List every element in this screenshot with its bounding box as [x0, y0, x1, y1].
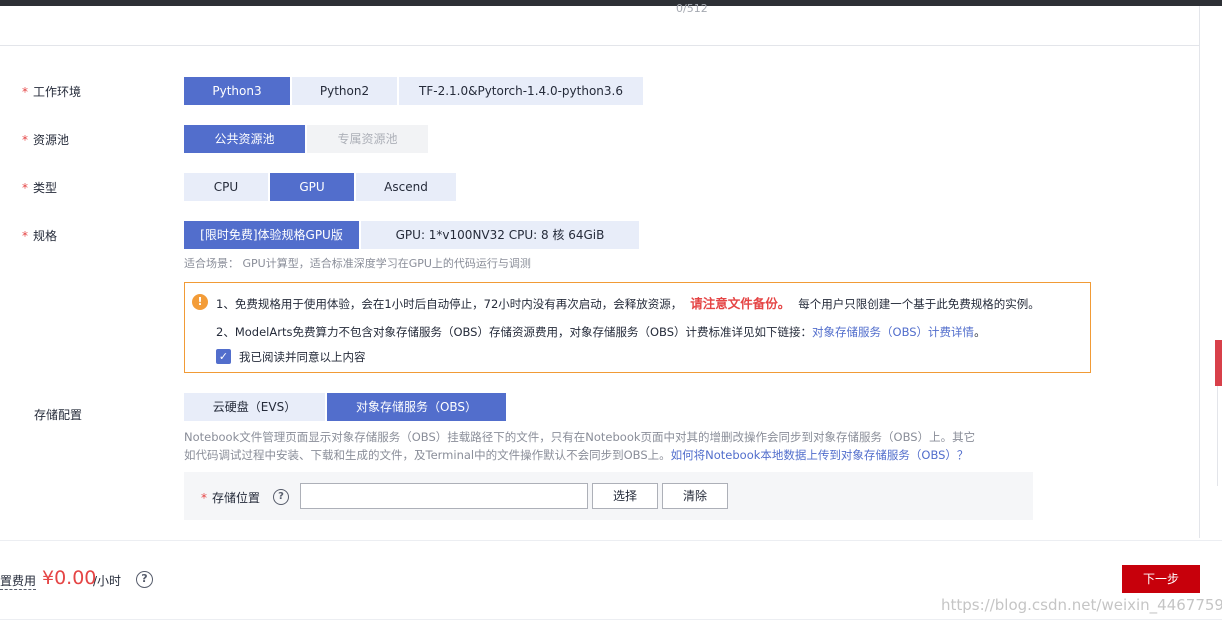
fee-label: 置费用 [0, 574, 37, 590]
side-panel-edge [1217, 386, 1222, 486]
type-label: * 类型 [22, 181, 58, 195]
storage-option-evs[interactable]: 云硬盘（EVS） [184, 393, 325, 421]
obs-pricing-link[interactable]: 对象存储服务（OBS）计费详情 [812, 325, 974, 339]
upload-help-link[interactable]: 如何将Notebook本地数据上传到对象存储服务（OBS）？ [671, 448, 969, 462]
divider [0, 45, 1200, 46]
agree-checkbox-label[interactable]: 我已阅读并同意以上内容 [239, 349, 366, 365]
footer-divider [0, 540, 1222, 541]
type-option-gpu[interactable]: GPU [270, 173, 354, 201]
warning-icon: ! [192, 294, 208, 310]
storage-location-input[interactable] [300, 483, 588, 509]
type-selector: CPU GPU Ascend [184, 173, 456, 201]
resource-pool-option-dedicated[interactable]: 专属资源池 [307, 125, 428, 153]
fee-unit: /小时 [93, 574, 122, 588]
storage-location-panel: * 存储位置 ? 选择 清除 [184, 472, 1033, 520]
work-env-label: * 工作环境 [22, 85, 82, 99]
fee-price: ¥0.00 [42, 567, 97, 589]
spec-label: * 规格 [22, 229, 58, 243]
storage-description: Notebook文件管理页面显示对象存储服务（OBS）挂载路径下的文件，只有在N… [184, 430, 976, 462]
storage-option-obs[interactable]: 对象存储服务（OBS） [327, 393, 506, 421]
notice-line-2: 2、ModelArts免费算力不包含对象存储服务（OBS）存储资源费用，对象存储… [216, 325, 986, 339]
spec-option-free-gpu[interactable]: [限时免费]体验规格GPU版 [184, 221, 359, 249]
spec-selector: [限时免费]体验规格GPU版 GPU: 1*v100NV32 CPU: 8 核 … [184, 221, 639, 249]
work-env-option-tf-pytorch[interactable]: TF-2.1.0&Pytorch-1.4.0-python3.6 [399, 77, 643, 105]
agree-checkbox[interactable]: ✓ [216, 349, 231, 364]
next-step-button[interactable]: 下一步 [1122, 565, 1200, 593]
side-tab[interactable] [1215, 340, 1222, 386]
type-option-ascend[interactable]: Ascend [356, 173, 456, 201]
spec-option-v100[interactable]: GPU: 1*v100NV32 CPU: 8 核 64GiB [361, 221, 639, 249]
top-bar [0, 0, 1222, 6]
work-env-selector: Python3 Python2 TF-2.1.0&Pytorch-1.4.0-p… [184, 77, 643, 105]
storage-config-label: 存储配置 [34, 408, 83, 422]
watermark: https://blog.csdn.net/weixin_44677599 [941, 596, 1222, 614]
type-option-cpu[interactable]: CPU [184, 173, 268, 201]
clear-button[interactable]: 清除 [662, 483, 728, 509]
select-button[interactable]: 选择 [592, 483, 658, 509]
help-icon[interactable]: ? [273, 489, 289, 505]
spec-hint: 适合场景： GPU计算型，适合标准深度学习在GPU上的代码运行与调测 [184, 257, 531, 270]
resource-pool-label: * 资源池 [22, 133, 70, 147]
free-spec-notice: ! 1、免费规格用于使用体验，会在1小时后自动停止，72小时内没有再次启动，会释… [184, 282, 1091, 373]
char-counter: 0/512 [676, 2, 708, 14]
storage-selector: 云硬盘（EVS） 对象存储服务（OBS） [184, 393, 506, 421]
fee-help-icon[interactable]: ? [136, 571, 153, 588]
notice-line-1: 1、免费规格用于使用体验，会在1小时后自动停止，72小时内没有再次启动，会释放资… [216, 296, 1040, 311]
work-env-option-python3[interactable]: Python3 [184, 77, 290, 105]
resource-pool-selector: 公共资源池 专属资源池 [184, 125, 428, 153]
storage-location-label: * 存储位置 [201, 491, 261, 505]
panel-border [1199, 6, 1200, 538]
footer-bottom-divider [0, 619, 1222, 620]
resource-pool-option-public[interactable]: 公共资源池 [184, 125, 305, 153]
work-env-option-python2[interactable]: Python2 [292, 77, 397, 105]
